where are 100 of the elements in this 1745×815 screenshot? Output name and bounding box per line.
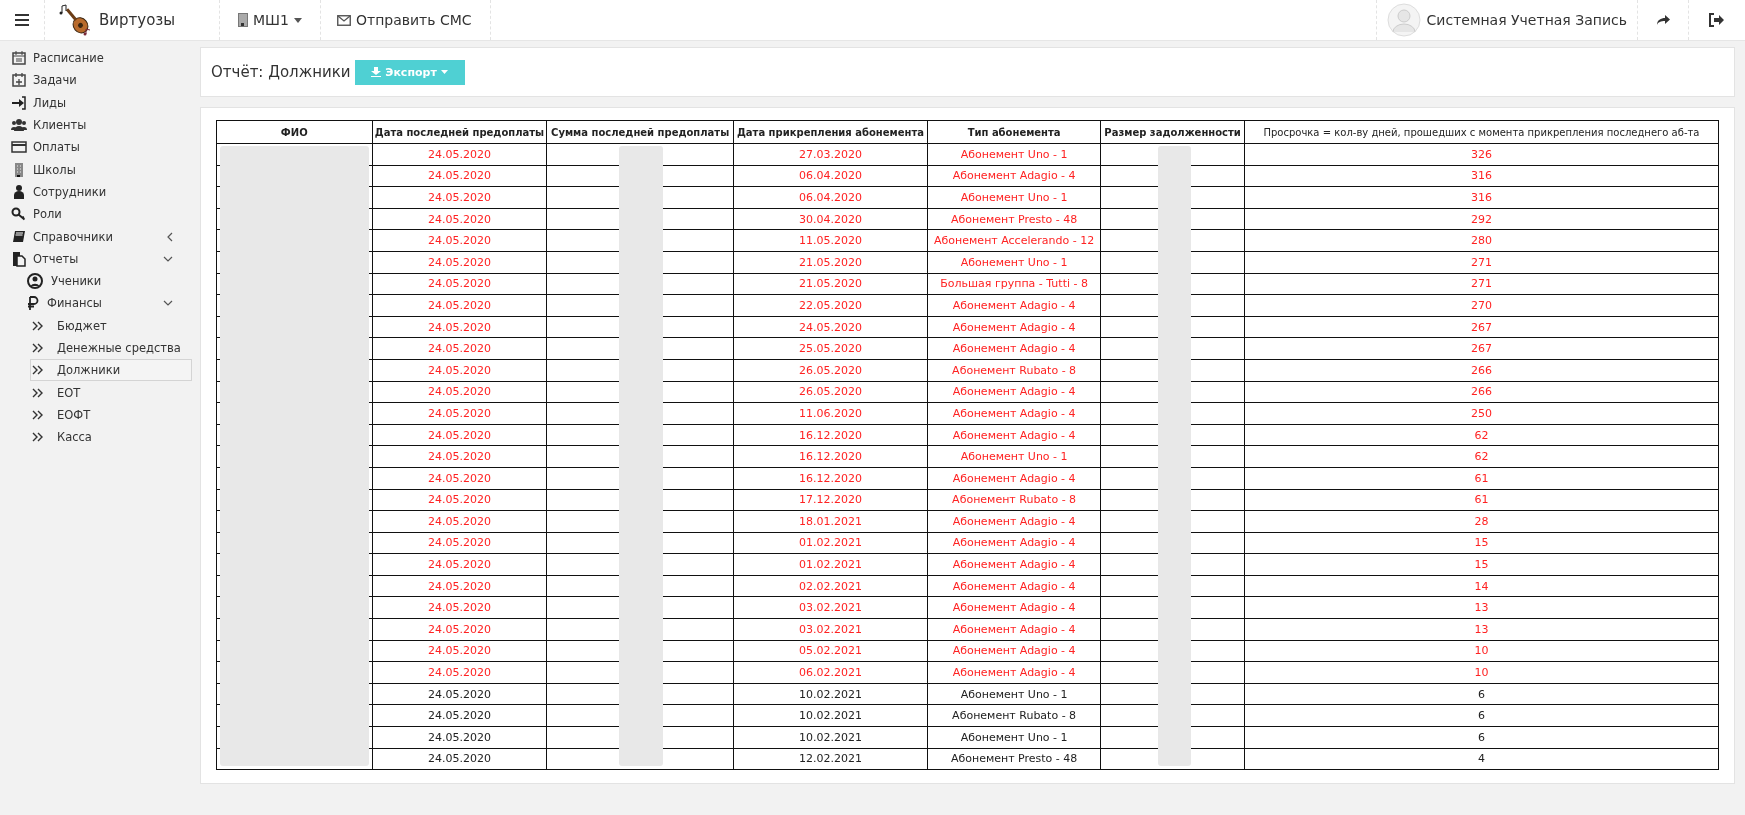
table-cell: 24.05.2020 [372, 618, 547, 641]
double-chevron-icon [31, 387, 45, 398]
table-cell: 24.05.2020 [372, 661, 547, 684]
menu-item-icon [11, 72, 27, 89]
table-cell: 270 [1244, 294, 1719, 317]
school-dropdown[interactable]: МШ1 [234, 0, 306, 40]
table-cell: 6 [1244, 726, 1719, 749]
table-cell: 24.05.2020 [372, 143, 547, 166]
sidebar-item[interactable]: Денежные средства [30, 336, 192, 360]
sidebar-item[interactable]: Бюджет [30, 314, 192, 337]
table-cell: 24.05.2020 [372, 424, 547, 446]
sidebar-item[interactable]: Ученики [26, 269, 192, 293]
table-cell: 10 [1244, 640, 1719, 662]
table-cell: 316 [1244, 165, 1719, 187]
table-cell: 16.12.2020 [733, 424, 928, 446]
envelope-icon [336, 14, 351, 26]
table-cell: Абонемент Adagio - 4 [927, 553, 1101, 576]
table-cell: 24.05.2020 [372, 359, 547, 382]
table-cell: 06.04.2020 [733, 186, 928, 209]
table-cell: 326 [1244, 143, 1719, 166]
table-cell: 61 [1244, 467, 1719, 489]
caret-icon [440, 70, 448, 74]
column-header: Дата последней предоплаты [372, 120, 547, 144]
table-cell: Абонемент Uno - 1 [927, 726, 1101, 749]
table-cell: Абонемент Uno - 1 [927, 186, 1101, 209]
table-cell: 24.05.2020 [372, 402, 547, 425]
menu-item-icon [11, 228, 27, 245]
double-chevron-icon [31, 343, 45, 353]
sidebar-item[interactable]: ЕОТ [30, 381, 192, 404]
sidebar-item[interactable]: Задачи [10, 69, 192, 92]
sidebar-item[interactable]: Финансы [26, 292, 192, 315]
table-cell: Абонемент Presto - 48 [927, 208, 1101, 230]
table-cell: 6 [1244, 683, 1719, 705]
table-cell: Абонемент Adagio - 4 [927, 618, 1101, 641]
table-cell: 24.05.2020 [372, 294, 547, 317]
sidebar-item[interactable]: Школы [10, 158, 192, 181]
table-cell: 24.05.2020 [372, 683, 547, 705]
sidebar-item[interactable]: Сотрудники [10, 180, 192, 204]
column-header: Размер задолженности [1100, 120, 1245, 144]
table-cell: 15 [1244, 532, 1719, 554]
sidebar-item[interactable]: Должники [30, 359, 192, 382]
table-cell: Большая группа - Tutti - 8 [927, 273, 1101, 295]
table-cell: Абонемент Adagio - 4 [927, 381, 1101, 403]
table-cell: 24.05.2020 [372, 748, 547, 770]
menu-item-icon [11, 50, 27, 67]
sidebar-item[interactable]: Клиенты [10, 113, 192, 137]
table-cell: 24.05.2020 [372, 467, 547, 489]
sidebar-item[interactable]: Роли [10, 203, 192, 226]
table-cell: Абонемент Adagio - 4 [927, 532, 1101, 554]
avatar-icon [1386, 3, 1421, 37]
table-cell: 02.02.2021 [733, 575, 928, 597]
download-icon [371, 67, 382, 77]
table-cell: Абонемент Accelerando - 12 [927, 229, 1101, 252]
forward-arrow-icon [1656, 14, 1670, 26]
table-cell: Абонемент Adagio - 4 [927, 661, 1101, 684]
sidebar-item[interactable]: Лиды [10, 91, 192, 114]
double-chevron-icon [31, 365, 45, 376]
column-header: ФИО [216, 120, 373, 144]
send-sms-button[interactable]: Отправить СМС [332, 0, 476, 40]
table-cell: 03.02.2021 [733, 596, 928, 619]
table-cell: 24.05.2020 [733, 316, 928, 338]
menu-item-icon [11, 250, 27, 267]
table-cell: 14 [1244, 575, 1719, 597]
table-cell: 24.05.2020 [372, 165, 547, 187]
ruble-icon [27, 296, 39, 311]
table-cell: 26.05.2020 [733, 359, 928, 382]
table-cell: 267 [1244, 316, 1719, 338]
table-cell: Абонемент Adagio - 4 [927, 575, 1101, 597]
table-cell: Абонемент Adagio - 4 [927, 510, 1101, 533]
table-cell: Абонемент Adagio - 4 [927, 316, 1101, 338]
table-cell: 18.01.2021 [733, 510, 928, 533]
table-cell: 01.02.2021 [733, 532, 928, 554]
table-cell: 62 [1244, 445, 1719, 468]
table-cell: 30.04.2020 [733, 208, 928, 230]
double-chevron-icon [31, 320, 45, 331]
sidebar-item[interactable]: Отчеты [10, 247, 192, 270]
table-cell: 10.02.2021 [733, 704, 928, 727]
sidebar-item[interactable]: Касса [30, 426, 192, 449]
menu-item-icon [11, 183, 27, 200]
chevron-left-icon [167, 231, 173, 242]
exit-arrow-icon [1709, 13, 1725, 27]
double-chevron-icon [31, 409, 45, 420]
table-cell: 250 [1244, 402, 1719, 425]
table-cell: 24.05.2020 [372, 381, 547, 403]
table-cell: 24.05.2020 [372, 726, 547, 749]
table-cell: 6 [1244, 704, 1719, 727]
column-header: Просрочка = кол-ву дней, прошедших с момента прикрепления последнего аб-та [1244, 120, 1719, 144]
user-name[interactable]: Системная Учетная Запись [1426, 12, 1627, 28]
table-cell: 24.05.2020 [372, 510, 547, 533]
table-cell: Абонемент Adagio - 4 [927, 640, 1101, 662]
sidebar-item[interactable]: Справочники [10, 225, 192, 248]
table-cell: 06.02.2021 [733, 661, 928, 684]
table-cell: 292 [1244, 208, 1719, 230]
table-cell: 267 [1244, 337, 1719, 360]
table-cell: 24.05.2020 [372, 337, 547, 360]
table-cell: 13 [1244, 618, 1719, 641]
sidebar-item[interactable]: Оплаты [10, 136, 192, 159]
sidebar-item[interactable]: Расписание [10, 47, 192, 70]
sidebar-item[interactable]: ЕОФТ [30, 403, 192, 427]
table-cell: 61 [1244, 489, 1719, 511]
